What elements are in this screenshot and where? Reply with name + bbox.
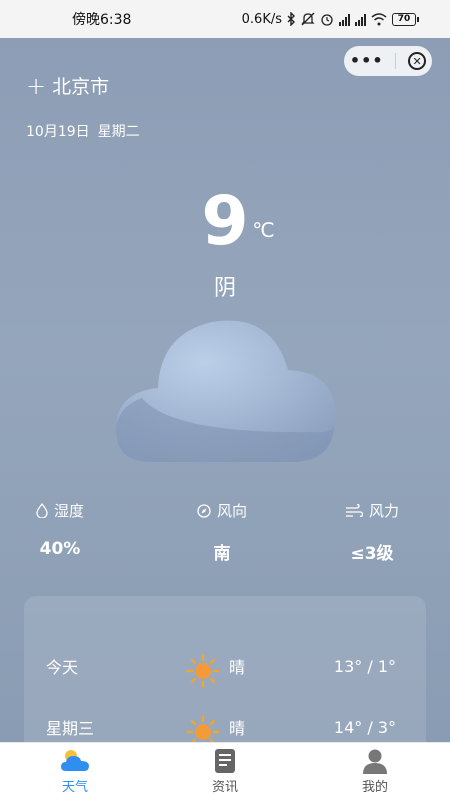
city-name: 北京市: [52, 76, 110, 98]
temperature-wrap: 9 ℃: [201, 180, 274, 264]
status-icons: 0.6K/s 70: [241, 11, 419, 27]
humidity-label: 湿度: [53, 502, 84, 520]
temperature-unit: ℃: [252, 218, 275, 242]
wind-force-value: ≤3级: [350, 544, 394, 564]
wind-direction-label: 风向: [216, 502, 247, 520]
wind-direction-label-row: 风向: [162, 500, 282, 521]
tab-news-label: 资讯: [211, 780, 238, 795]
forecast-day: 星期三: [46, 719, 95, 738]
date-weekday: 星期二: [97, 124, 140, 140]
close-circle-icon[interactable]: ✕: [408, 52, 427, 70]
temperature-value: 9: [201, 182, 249, 261]
current-temperature: 9 ℃: [0, 180, 450, 264]
profile-icon: [363, 749, 387, 774]
city-selector[interactable]: + 北京市: [26, 72, 109, 99]
weather-metrics: 湿度 40% 风向 南 风力 ≤3级: [0, 500, 450, 570]
signal-2-icon: [355, 13, 366, 26]
droplet-icon: [36, 503, 48, 518]
tab-profile[interactable]: 我的: [300, 743, 450, 800]
alarm-icon: [321, 14, 333, 26]
compass-icon: [197, 503, 211, 518]
wind-direction-value: 南: [213, 544, 231, 564]
signal-1-icon: [339, 13, 350, 26]
forecast-range: 14° / 3°: [333, 717, 396, 737]
metric-humidity: 湿度 40%: [0, 500, 120, 559]
wind-force-label-row: 风力: [312, 500, 432, 521]
forecast-condition: 晴: [229, 658, 246, 677]
weather-panel: ••• ✕ + 北京市 10月19日 星期二 9 ℃ 阴 湿度 40% 风向 南…: [0, 38, 450, 756]
net-speed: 0.6K/s: [241, 11, 282, 27]
bluetooth-icon: [287, 12, 295, 26]
forecast-row[interactable]: 星期三 晴 14° / 3°: [24, 707, 426, 749]
forecast-card: 今天 晴 13° / 1° 星期三 晴 14° / 3°: [24, 596, 426, 756]
metric-wind-direction: 风向 南: [162, 500, 282, 564]
humidity-value: 40%: [39, 539, 81, 559]
tab-profile-label: 我的: [361, 780, 388, 795]
tab-weather[interactable]: 天气: [0, 743, 150, 800]
capsule-divider: [395, 53, 397, 69]
forecast-day: 今天: [46, 658, 79, 677]
wind-icon: [345, 503, 363, 517]
status-bar: 傍晚6:38 0.6K/s 70: [0, 0, 450, 38]
date-day: 10月19日: [26, 124, 90, 140]
wifi-icon: [371, 12, 387, 25]
bottom-tab-bar: 天气 资讯 我的: [0, 742, 450, 800]
add-city-icon[interactable]: +: [26, 74, 46, 98]
date-line: 10月19日 星期二: [26, 121, 140, 141]
battery-icon: 70: [392, 12, 419, 26]
cloud-illustration-icon: [115, 320, 337, 462]
weather-cloud-icon: [61, 750, 89, 771]
metric-wind-force: 风力 ≤3级: [312, 500, 432, 564]
mini-program-capsule: ••• ✕: [344, 46, 432, 76]
tab-news[interactable]: 资讯: [150, 743, 300, 800]
forecast-range: 13° / 1°: [333, 656, 396, 676]
wind-force-label: 风力: [368, 502, 399, 520]
status-time: 傍晚6:38: [72, 12, 132, 28]
mute-icon: [301, 12, 315, 26]
news-icon: [215, 749, 235, 773]
sun-icon: [186, 654, 220, 688]
current-condition: 阴: [213, 276, 236, 301]
forecast-condition: 晴: [229, 719, 246, 738]
forecast-row[interactable]: 今天 晴 13° / 1°: [24, 646, 426, 688]
tab-weather-label: 天气: [61, 780, 88, 795]
humidity-label-row: 湿度: [0, 500, 120, 521]
more-dots-icon[interactable]: •••: [350, 53, 384, 69]
